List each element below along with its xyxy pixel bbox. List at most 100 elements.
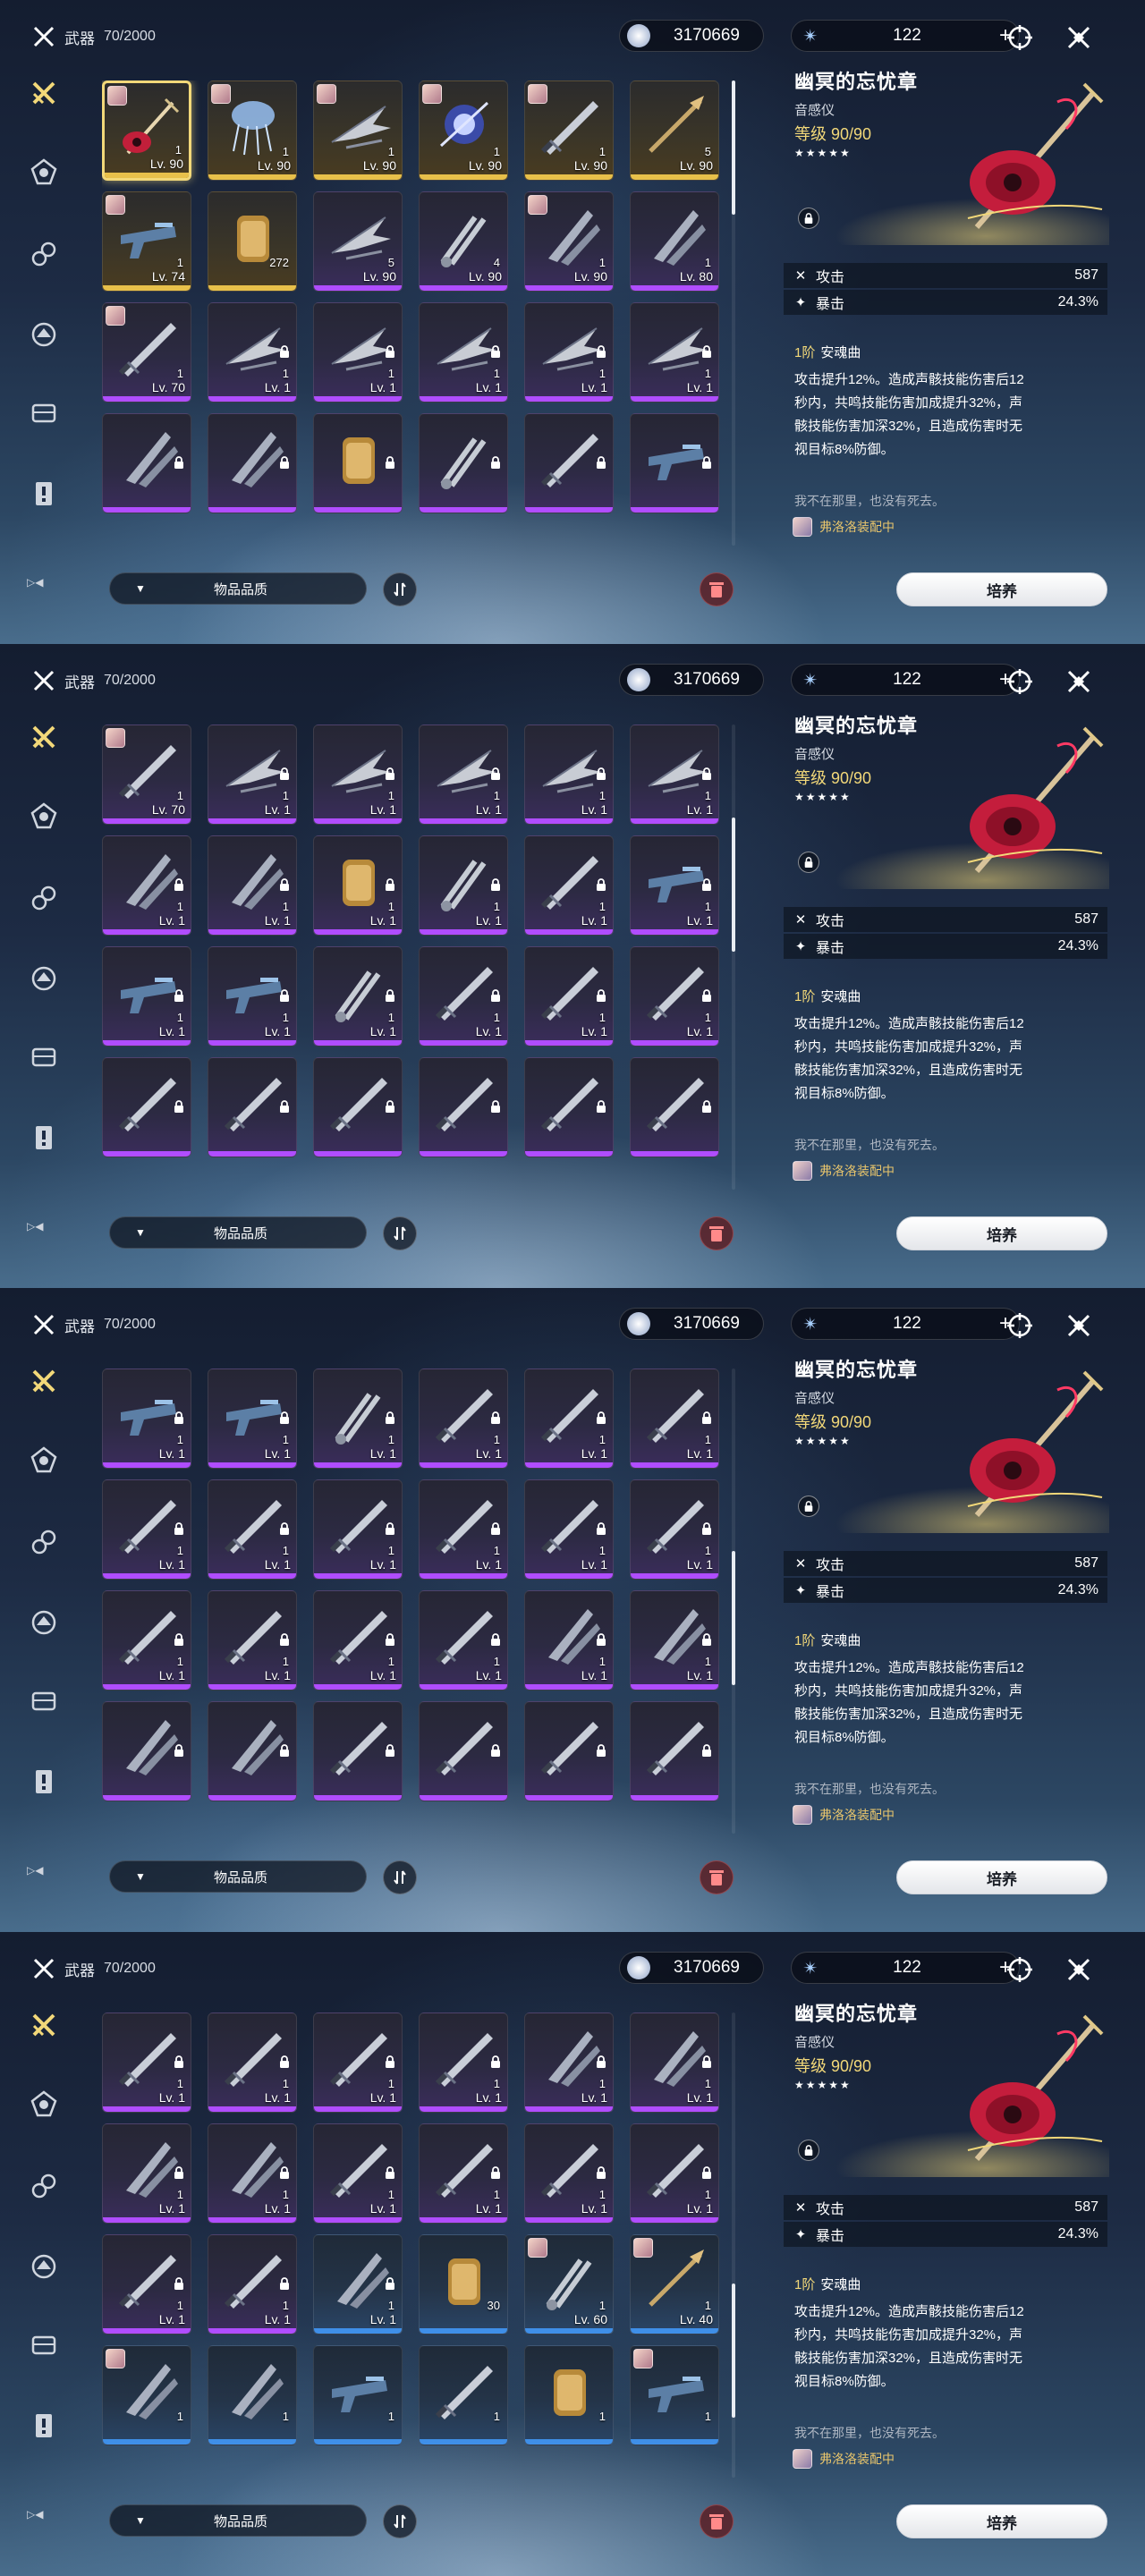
weapon-tile[interactable]: 1 Lv. 1 xyxy=(208,835,297,936)
weapon-tile[interactable]: 1 Lv. 1 xyxy=(524,724,614,825)
equipped-by[interactable]: 弗洛洛装配中 xyxy=(793,1161,895,1181)
weapon-tile[interactable]: 1 Lv. 1 xyxy=(313,2123,403,2224)
weapon-tile[interactable]: 1 Lv. 1 xyxy=(630,724,719,825)
weapon-tile[interactable]: 1 Lv. 1 xyxy=(313,946,403,1046)
close-icon[interactable] xyxy=(1061,20,1097,55)
lock-toggle-button[interactable] xyxy=(798,852,819,873)
weapon-tile[interactable] xyxy=(313,1701,403,1801)
weapon-tile[interactable]: 1 Lv. 1 xyxy=(524,2012,614,2113)
weapon-tile[interactable]: 1 Lv. 1 xyxy=(102,2234,191,2334)
weapon-tile[interactable] xyxy=(419,413,508,513)
weapon-tile[interactable]: 1 Lv. 1 xyxy=(313,724,403,825)
weapon-tile[interactable]: 1 Lv. 1 xyxy=(419,302,508,402)
weapon-tile[interactable]: 1 Lv. 90 xyxy=(313,80,403,181)
resource-tab-icon[interactable] xyxy=(25,1038,63,1076)
echo-tab-icon[interactable] xyxy=(25,1441,63,1479)
quality-filter-dropdown[interactable]: ▼ 物品品质 xyxy=(109,1216,367,1249)
weapon-tile[interactable]: 1 Lv. 1 xyxy=(524,302,614,402)
weapon-tile[interactable]: 1 Lv. 1 xyxy=(102,946,191,1046)
target-icon[interactable] xyxy=(1002,20,1038,55)
weapon-tile[interactable]: 1 Lv. 1 xyxy=(313,2234,403,2334)
weapon-tile[interactable] xyxy=(630,1057,719,1157)
weapon-tile[interactable]: 1 Lv. 1 xyxy=(313,302,403,402)
weapon-tab-icon[interactable] xyxy=(25,2006,63,2044)
weapon-tile[interactable]: 1 Lv. 1 xyxy=(419,1479,508,1580)
weapon-tile[interactable]: 1 Lv. 70 xyxy=(102,724,191,825)
weapon-tile[interactable]: 1 xyxy=(102,2345,191,2445)
weapon-tile[interactable] xyxy=(630,413,719,513)
weapon-tile[interactable]: 1 Lv. 1 xyxy=(630,946,719,1046)
weapon-tile[interactable]: 1 Lv. 1 xyxy=(208,1368,297,1469)
weapon-tile[interactable]: 4 Lv. 90 xyxy=(419,191,508,292)
weapon-tile[interactable] xyxy=(630,1701,719,1801)
develop-button[interactable]: 培养 xyxy=(896,1860,1107,1894)
quality-filter-dropdown[interactable]: ▼ 物品品质 xyxy=(109,572,367,605)
weapon-tile[interactable] xyxy=(524,413,614,513)
grid-scrollbar[interactable] xyxy=(732,1368,735,1834)
sort-order-button[interactable] xyxy=(383,1216,417,1250)
dismantle-button[interactable] xyxy=(700,1860,734,1894)
weapon-tile[interactable]: 1 Lv. 1 xyxy=(102,1479,191,1580)
weapon-tile[interactable]: 1 Lv. 1 xyxy=(630,835,719,936)
target-icon[interactable] xyxy=(1002,1308,1038,1343)
weapon-tab-icon[interactable] xyxy=(25,1362,63,1400)
weapon-tile[interactable]: 1 Lv. 1 xyxy=(419,724,508,825)
weapon-tile[interactable]: 1 Lv. 1 xyxy=(102,2123,191,2224)
development-material-tab-icon[interactable] xyxy=(25,316,63,353)
lock-toggle-button[interactable] xyxy=(798,208,819,229)
resource-tab-icon[interactable] xyxy=(25,1682,63,1720)
weapon-tile[interactable]: 5 Lv. 90 xyxy=(630,80,719,181)
collapse-arrow-icon[interactable]: ▷◀ xyxy=(27,1864,43,1877)
develop-button[interactable]: 培养 xyxy=(896,1216,1107,1250)
weapon-tile[interactable] xyxy=(208,413,297,513)
upgrade-material-tab-icon[interactable] xyxy=(25,2167,63,2205)
weapon-tile[interactable] xyxy=(419,1057,508,1157)
weapon-tile[interactable]: 30 xyxy=(419,2234,508,2334)
develop-button[interactable]: 培养 xyxy=(896,2504,1107,2538)
close-icon[interactable] xyxy=(1061,664,1097,699)
weapon-tile[interactable] xyxy=(102,1057,191,1157)
lock-toggle-button[interactable] xyxy=(798,2140,819,2161)
weapon-tile[interactable]: 1 Lv. 1 xyxy=(524,1590,614,1690)
weapon-tile[interactable]: 1 Lv. 60 xyxy=(524,2234,614,2334)
weapon-tile[interactable]: 1 Lv. 1 xyxy=(630,1479,719,1580)
weapon-tile[interactable]: 1 Lv. 90 xyxy=(419,80,508,181)
weapon-tile[interactable]: 1 xyxy=(419,2345,508,2445)
weapon-tile[interactable]: 1 Lv. 90 xyxy=(102,80,191,181)
weapon-tile[interactable]: 1 Lv. 1 xyxy=(419,1590,508,1690)
weapon-tile[interactable]: 1 Lv. 1 xyxy=(313,1368,403,1469)
weapon-tile[interactable]: 1 Lv. 1 xyxy=(419,835,508,936)
weapon-tile[interactable]: 5 Lv. 90 xyxy=(313,191,403,292)
weapon-tile[interactable]: 1 Lv. 1 xyxy=(208,2123,297,2224)
weapon-tile[interactable] xyxy=(313,1057,403,1157)
quest-item-tab-icon[interactable] xyxy=(25,475,63,513)
collapse-arrow-icon[interactable]: ▷◀ xyxy=(27,576,43,589)
weapon-tile[interactable]: 1 Lv. 1 xyxy=(419,2123,508,2224)
weapon-tile[interactable]: 1 Lv. 1 xyxy=(524,1479,614,1580)
sort-order-button[interactable] xyxy=(383,572,417,606)
dismantle-button[interactable] xyxy=(700,1216,734,1250)
weapon-tile[interactable]: 1 Lv. 1 xyxy=(102,1590,191,1690)
equipped-by[interactable]: 弗洛洛装配中 xyxy=(793,2449,895,2469)
development-material-tab-icon[interactable] xyxy=(25,1604,63,1641)
weapon-tile[interactable]: 1 Lv. 1 xyxy=(419,1368,508,1469)
target-icon[interactable] xyxy=(1002,664,1038,699)
weapon-tile[interactable]: 1 xyxy=(313,2345,403,2445)
weapon-tile[interactable]: 1 Lv. 90 xyxy=(208,80,297,181)
development-material-tab-icon[interactable] xyxy=(25,960,63,997)
weapon-tile[interactable]: 1 Lv. 1 xyxy=(630,2012,719,2113)
weapon-tile[interactable]: 1 Lv. 1 xyxy=(524,946,614,1046)
weapon-tile[interactable]: 1 xyxy=(630,2345,719,2445)
weapon-tile[interactable]: 1 Lv. 1 xyxy=(524,1368,614,1469)
equipped-by[interactable]: 弗洛洛装配中 xyxy=(793,517,895,537)
close-icon[interactable] xyxy=(1061,1308,1097,1343)
quality-filter-dropdown[interactable]: ▼ 物品品质 xyxy=(109,1860,367,1893)
weapon-tile[interactable]: 1 Lv. 1 xyxy=(208,1479,297,1580)
weapon-tile[interactable]: 1 Lv. 1 xyxy=(630,1590,719,1690)
weapon-tab-icon[interactable] xyxy=(25,74,63,112)
weapon-tile[interactable]: 1 Lv. 1 xyxy=(208,2234,297,2334)
weapon-tile[interactable] xyxy=(524,1701,614,1801)
weapon-tile[interactable]: 1 Lv. 1 xyxy=(313,2012,403,2113)
weapon-tab-icon[interactable] xyxy=(25,718,63,756)
echo-tab-icon[interactable] xyxy=(25,2085,63,2123)
